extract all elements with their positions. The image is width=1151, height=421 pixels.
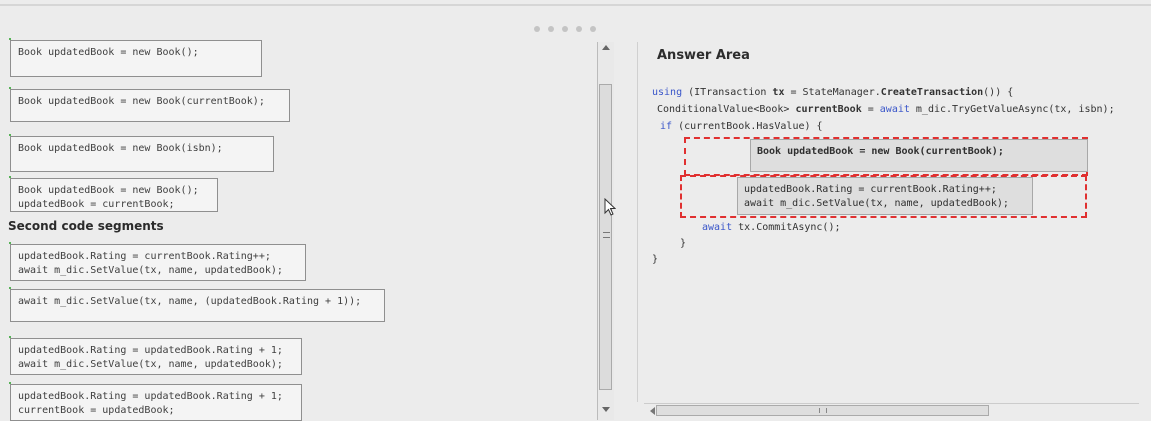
first-segment-option-4[interactable]: Book updatedBook = new Book(); updatedBo… — [9, 176, 218, 212]
code-text: tx — [772, 87, 785, 98]
code-line: await m_dic.SetValue(tx, name, (updatedB… — [18, 296, 362, 307]
code-text: = — [861, 104, 880, 115]
top-divider — [0, 4, 1151, 6]
code-line: updatedBook.Rating = updatedBook.Rating … — [18, 391, 283, 402]
code-text: ConditionalValue<Book> — [657, 104, 796, 115]
code-line: await m_dic.SetValue(tx, name, updatedBo… — [18, 359, 283, 370]
grip-icon — [819, 408, 827, 413]
code-line: Book updatedBook = new Book(); — [18, 185, 199, 196]
scrollbar-thumb[interactable] — [599, 84, 612, 390]
code-line: Book updatedBook = new Book(currentBook)… — [18, 96, 265, 107]
code-text: m_dic.TryGetValueAsync(tx, isbn); — [909, 104, 1115, 115]
scrollbar-thumb[interactable] — [656, 405, 989, 416]
placed-first-segment[interactable]: Book updatedBook = new Book(currentBook)… — [750, 139, 1088, 172]
scroll-down-icon[interactable] — [602, 407, 610, 412]
second-segments-heading: Second code segments — [8, 219, 164, 233]
scroll-left-icon[interactable] — [650, 407, 655, 415]
second-drop-target[interactable]: updatedBook.Rating = currentBook.Rating+… — [680, 175, 1087, 218]
code-segments-pane: Book updatedBook = new Book(); Book upda… — [0, 10, 620, 421]
code-line: Book updatedBook = new Book(isbn); — [18, 143, 223, 154]
placed-second-segment[interactable]: updatedBook.Rating = currentBook.Rating+… — [737, 177, 1033, 215]
keyword-await: await — [702, 222, 733, 233]
code-line: await m_dic.SetValue(tx, name, updatedBo… — [18, 265, 283, 276]
code-text: (currentBook.HasValue) { — [672, 121, 823, 132]
code-line: updatedBook.Rating = updatedBook.Rating … — [18, 345, 283, 356]
code-line-3: if (currentBook.HasValue) { — [660, 121, 823, 132]
code-line-1: using (ITransaction tx = StateManager.Cr… — [652, 87, 1013, 98]
code-line: updatedBook.Rating = currentBook.Rating+… — [18, 251, 271, 262]
code-line-commit: await tx.CommitAsync(); — [702, 222, 840, 233]
code-line-2: ConditionalValue<Book> currentBook = awa… — [657, 104, 1115, 115]
mouse-cursor-icon — [604, 198, 616, 216]
code-line: updatedBook.Rating = currentBook.Rating+… — [744, 184, 997, 195]
code-line-close-using: } — [652, 254, 659, 265]
first-segment-option-2[interactable]: Book updatedBook = new Book(currentBook)… — [9, 87, 290, 122]
second-segment-option-2[interactable]: await m_dic.SetValue(tx, name, (updatedB… — [9, 287, 385, 322]
pane-splitter[interactable] — [637, 42, 638, 402]
first-segment-option-1[interactable]: Book updatedBook = new Book(); — [9, 38, 262, 77]
second-segment-option-1[interactable]: updatedBook.Rating = currentBook.Rating+… — [9, 242, 306, 281]
code-line: Book updatedBook = new Book(currentBook)… — [757, 146, 1004, 157]
code-line: currentBook = updatedBook; — [18, 405, 175, 416]
keyword-using: using — [652, 87, 683, 98]
code-text: currentBook — [795, 104, 862, 115]
code-line: updatedBook = currentBook; — [18, 199, 175, 210]
code-text: ()) { — [983, 87, 1014, 98]
code-line: Book updatedBook = new Book(); — [18, 47, 199, 58]
second-segment-option-4[interactable]: updatedBook.Rating = updatedBook.Rating … — [9, 382, 302, 421]
code-text: CreateTransaction — [880, 87, 984, 98]
grip-icon — [603, 232, 610, 238]
code-text: (ITransaction — [682, 87, 773, 98]
first-segment-option-3[interactable]: Book updatedBook = new Book(isbn); — [9, 134, 274, 172]
second-segment-option-3[interactable]: updatedBook.Rating = updatedBook.Rating … — [9, 336, 302, 375]
code-line-close-if: } — [680, 238, 687, 249]
vertical-scrollbar[interactable] — [597, 42, 614, 420]
answer-area-title: Answer Area — [657, 48, 750, 63]
keyword-await: await — [879, 104, 910, 115]
scroll-up-icon[interactable] — [602, 45, 610, 50]
first-drop-target[interactable]: Book updatedBook = new Book(currentBook)… — [684, 137, 1088, 176]
keyword-if: if — [660, 121, 673, 132]
horizontal-scrollbar[interactable] — [644, 403, 1139, 418]
code-line: await m_dic.SetValue(tx, name, updatedBo… — [744, 198, 1009, 209]
code-text: = StateManager. — [784, 87, 881, 98]
code-text: tx.CommitAsync(); — [732, 222, 841, 233]
